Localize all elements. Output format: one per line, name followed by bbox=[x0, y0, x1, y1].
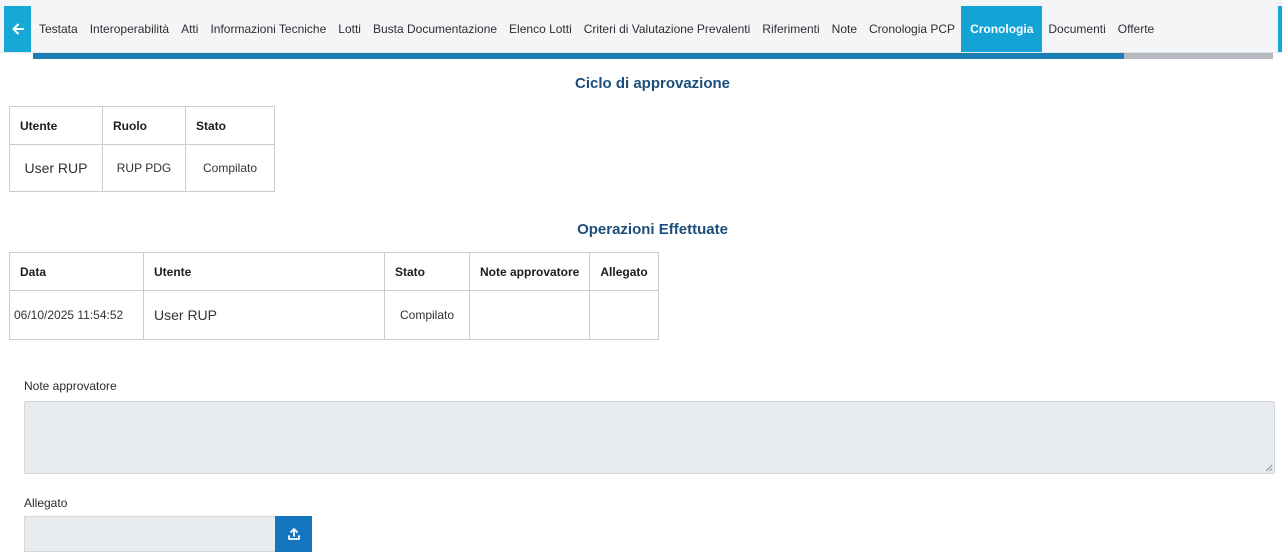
tab-list: Testata Interoperabilità Atti Informazioni … bbox=[33, 6, 1160, 52]
arrow-left-icon bbox=[12, 23, 24, 35]
tab-criteri-di-valutazione-prevalenti[interactable]: Criteri di Valutazione Prevalenti bbox=[578, 6, 757, 52]
tab-interoperabilita[interactable]: Interoperabilità bbox=[84, 6, 175, 52]
cell-stato: Compilato bbox=[185, 144, 275, 192]
column-header-utente: Utente bbox=[143, 252, 385, 291]
tab-testata[interactable]: Testata bbox=[33, 6, 84, 52]
tab-documenti[interactable]: Documenti bbox=[1042, 6, 1111, 52]
note-approvatore-label: Note approvatore bbox=[24, 379, 117, 393]
column-header-ruolo: Ruolo bbox=[102, 106, 186, 145]
table-header-row: Data Utente Stato Note approvatore Alleg… bbox=[9, 252, 659, 291]
tab-lotti[interactable]: Lotti bbox=[332, 6, 367, 52]
tab-busta-documentazione[interactable]: Busta Documentazione bbox=[367, 6, 503, 52]
note-approvatore-textarea[interactable] bbox=[24, 401, 1275, 474]
cell-allegato bbox=[589, 290, 659, 340]
tab-offerte[interactable]: Offerte bbox=[1112, 6, 1160, 52]
column-header-utente: Utente bbox=[9, 106, 103, 145]
cell-data: 06/10/2025 11:54:52 bbox=[9, 290, 144, 340]
operations-table: Data Utente Stato Note approvatore Alleg… bbox=[9, 252, 659, 340]
tab-progress-fill bbox=[33, 53, 1125, 59]
allegato-label: Allegato bbox=[24, 496, 68, 510]
upload-button[interactable] bbox=[275, 516, 312, 552]
resize-handle-icon[interactable] bbox=[1264, 463, 1273, 472]
column-header-data: Data bbox=[9, 252, 144, 291]
cell-utente: User RUP bbox=[9, 144, 103, 192]
column-header-allegato: Allegato bbox=[589, 252, 659, 291]
upload-icon bbox=[287, 528, 300, 540]
tab-progress-track bbox=[33, 53, 1273, 59]
tab-atti[interactable]: Atti bbox=[175, 6, 204, 52]
operations-title: Operazioni Effettuate bbox=[577, 221, 728, 238]
cell-utente: User RUP bbox=[143, 290, 385, 340]
tab-informazioni-tecniche[interactable]: Informazioni Tecniche bbox=[204, 6, 332, 52]
cell-note-approvatore bbox=[468, 290, 591, 340]
approval-cycle-title: Ciclo di approvazione bbox=[574, 75, 731, 92]
table-header-row: Utente Ruolo Stato bbox=[9, 106, 275, 145]
tab-riferimenti[interactable]: Riferimenti bbox=[756, 6, 825, 52]
column-header-stato: Stato bbox=[185, 106, 275, 145]
column-header-note-approvatore: Note approvatore bbox=[468, 252, 591, 291]
tab-scroll-right[interactable] bbox=[1278, 6, 1282, 52]
tab-cronologia[interactable]: Cronologia bbox=[961, 6, 1043, 52]
cell-ruolo: RUP PDG bbox=[102, 144, 186, 192]
table-row: User RUP RUP PDG Compilato bbox=[9, 144, 275, 192]
cell-stato: Compilato bbox=[384, 290, 470, 340]
table-row: 06/10/2025 11:54:52 User RUP Compilato bbox=[9, 290, 659, 340]
tab-elenco-lotti[interactable]: Elenco Lotti bbox=[503, 6, 578, 52]
tab-cronologia-pcp[interactable]: Cronologia PCP bbox=[863, 6, 961, 52]
column-header-stato: Stato bbox=[384, 252, 470, 291]
back-button[interactable] bbox=[4, 6, 31, 52]
tab-note[interactable]: Note bbox=[826, 6, 863, 52]
approval-table: Utente Ruolo Stato User RUP RUP PDG Comp… bbox=[9, 106, 275, 192]
tab-bar: Testata Interoperabilità Atti Informazioni … bbox=[0, 0, 1282, 53]
allegato-file-field[interactable] bbox=[24, 516, 275, 552]
